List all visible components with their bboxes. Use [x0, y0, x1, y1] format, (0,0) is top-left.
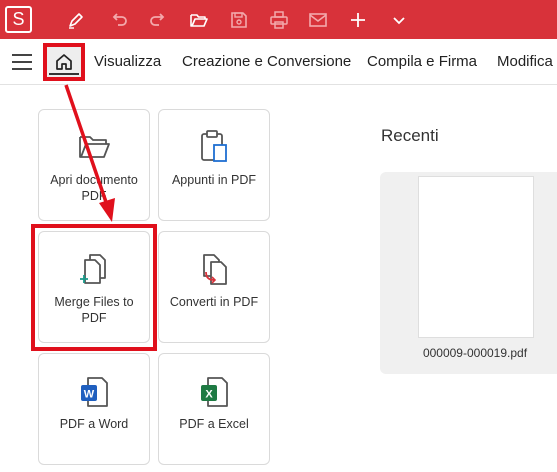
redo-icon[interactable] — [146, 8, 170, 32]
home-icon — [56, 54, 72, 70]
folder-icon — [39, 128, 149, 168]
open-folder-icon[interactable] — [187, 8, 211, 32]
tile-clipboard-pdf[interactable]: Appunti in PDF — [158, 109, 270, 221]
undo-icon[interactable] — [107, 8, 131, 32]
recent-file-name[interactable]: 000009-000019.pdf — [405, 346, 545, 360]
clipboard-icon — [159, 128, 269, 168]
plus-icon[interactable] — [346, 8, 370, 32]
tile-label: Appunti in PDF — [171, 173, 257, 187]
save-icon[interactable] — [227, 8, 251, 32]
home-tab[interactable] — [43, 43, 85, 81]
word-icon: W — [39, 372, 149, 412]
svg-text:X: X — [205, 389, 213, 401]
tile-convert-pdf[interactable]: Converti in PDF — [158, 231, 270, 343]
excel-icon: X — [159, 372, 269, 412]
convert-icon — [159, 250, 269, 290]
menu-creazione-conversione[interactable]: Creazione e Conversione — [182, 53, 351, 70]
mail-icon[interactable] — [306, 8, 330, 32]
hamburger-menu-icon[interactable] — [12, 54, 34, 70]
print-icon[interactable] — [267, 8, 291, 32]
app-logo[interactable]: S — [5, 6, 32, 33]
highlight-box — [31, 224, 157, 351]
title-bar: S — [0, 0, 557, 39]
recent-file-thumbnail[interactable] — [418, 176, 534, 338]
menu-bar: Visualizza Creazione e Conversione Compi… — [0, 39, 557, 85]
recent-title: Recenti — [381, 126, 439, 145]
tile-label: PDF a Excel — [179, 417, 249, 431]
pen-icon[interactable] — [64, 8, 88, 32]
tile-open-pdf[interactable]: Apri documento PDF — [38, 109, 150, 221]
tile-pdf-to-excel[interactable]: X PDF a Excel — [158, 353, 270, 465]
svg-text:W: W — [84, 389, 95, 401]
menu-visualizza[interactable]: Visualizza — [94, 53, 161, 70]
tile-pdf-to-word[interactable]: W PDF a Word — [38, 353, 150, 465]
tile-label: Converti in PDF — [169, 295, 259, 309]
tile-label: PDF a Word — [59, 417, 129, 431]
menu-modifica[interactable]: Modifica — [497, 53, 553, 70]
chevron-down-icon[interactable] — [387, 8, 411, 32]
menu-compila-firma[interactable]: Compila e Firma — [367, 53, 477, 70]
tile-label: Apri documento PDF — [50, 173, 138, 203]
